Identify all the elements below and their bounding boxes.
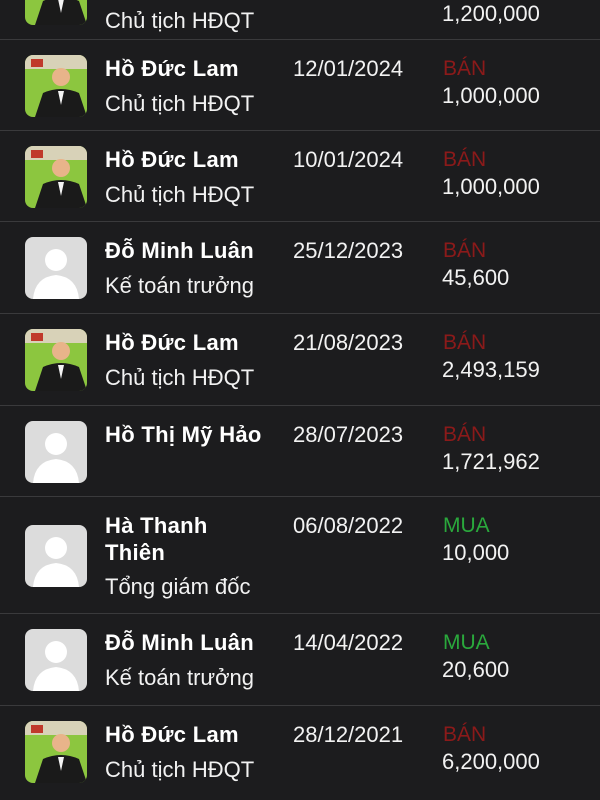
transaction-quantity: 20,600 — [442, 657, 510, 682]
person-name: Đỗ Minh Luân — [105, 630, 255, 655]
person-name: Đỗ Minh Luân — [105, 238, 255, 263]
transaction-type: MUA — [443, 631, 490, 654]
transaction-type: BÁN — [443, 723, 487, 746]
person-name: Hồ Đức Lam — [105, 147, 239, 172]
person-title: Tổng giám đốc — [105, 574, 251, 599]
transaction-row[interactable]: Hồ Đức Lam Chủ tịch HĐQT 21/08/2023 BÁN … — [0, 314, 600, 406]
avatar-photo — [25, 146, 87, 208]
transaction-type: BÁN — [443, 148, 487, 171]
transaction-quantity: 2,493,159 — [442, 357, 540, 382]
transaction-row[interactable]: Chủ tịch HĐQT 1,200,000 — [0, 0, 600, 40]
person-title: Chủ tịch HĐQT — [105, 8, 255, 33]
transaction-date: 21/08/2023 — [293, 330, 404, 355]
transaction-quantity: 1,200,000 — [442, 1, 540, 26]
person-name: Hồ Đức Lam — [105, 56, 239, 81]
transaction-type: BÁN — [443, 57, 487, 80]
transaction-quantity: 6,200,000 — [442, 749, 540, 774]
transaction-date: 28/07/2023 — [293, 422, 404, 447]
person-title: Kế toán trưởng — [105, 273, 255, 298]
transaction-row[interactable]: Hồ Đức Lam Chủ tịch HĐQT 28/12/2021 BÁN … — [0, 706, 600, 800]
avatar-photo — [25, 0, 87, 25]
transaction-row[interactable]: Đỗ Minh Luân Kế toán trưởng 14/04/2022 M… — [0, 614, 600, 706]
transaction-type: MUA — [443, 514, 490, 537]
person-title: Chủ tịch HĐQT — [105, 365, 255, 390]
person-title: Kế toán trưởng — [105, 665, 255, 690]
transaction-quantity: 1,000,000 — [442, 83, 540, 108]
transaction-row[interactable]: Hồ Đức Lam Chủ tịch HĐQT 12/01/2024 BÁN … — [0, 40, 600, 131]
transaction-date: 28/12/2021 — [293, 722, 404, 747]
avatar-placeholder — [25, 421, 87, 483]
avatar-photo — [25, 721, 87, 783]
person-title: Chủ tịch HĐQT — [105, 182, 255, 207]
insider-transaction-list: Chủ tịch HĐQT 1,200,000 Hồ Đức Lam Chủ t… — [0, 0, 600, 800]
person-name: Hồ Thị Mỹ Hảo — [105, 422, 262, 447]
avatar-photo — [25, 329, 87, 391]
transaction-quantity: 1,000,000 — [442, 174, 540, 199]
transaction-row[interactable]: Hồ Thị Mỹ Hảo 28/07/2023 BÁN 1,721,962 — [0, 406, 600, 497]
transaction-quantity: 45,600 — [442, 265, 510, 290]
transaction-date: 25/12/2023 — [293, 238, 404, 263]
transaction-row[interactable]: Hồ Đức Lam Chủ tịch HĐQT 10/01/2024 BÁN … — [0, 131, 600, 222]
person-title: Chủ tịch HĐQT — [105, 91, 255, 116]
transaction-type: BÁN — [443, 239, 487, 262]
avatar-placeholder — [25, 525, 87, 587]
person-name: Hồ Đức Lam — [105, 330, 239, 355]
transaction-type: BÁN — [443, 423, 487, 446]
transaction-row[interactable]: Hà Thanh Thiên Tổng giám đốc 06/08/2022 … — [0, 497, 600, 614]
person-name: Hà Thanh Thiên — [105, 513, 208, 565]
person-title: Chủ tịch HĐQT — [105, 757, 255, 782]
transaction-date: 14/04/2022 — [293, 630, 404, 655]
transaction-date: 12/01/2024 — [293, 56, 404, 81]
avatar-photo — [25, 55, 87, 117]
transaction-date: 06/08/2022 — [293, 513, 404, 538]
person-name: Hồ Đức Lam — [105, 722, 239, 747]
transaction-row[interactable]: Đỗ Minh Luân Kế toán trưởng 25/12/2023 B… — [0, 222, 600, 314]
transaction-type: BÁN — [443, 331, 487, 354]
avatar-placeholder — [25, 237, 87, 299]
transaction-quantity: 1,721,962 — [442, 449, 540, 474]
transaction-quantity: 10,000 — [442, 540, 510, 565]
transaction-date: 10/01/2024 — [293, 147, 404, 172]
avatar-placeholder — [25, 629, 87, 691]
